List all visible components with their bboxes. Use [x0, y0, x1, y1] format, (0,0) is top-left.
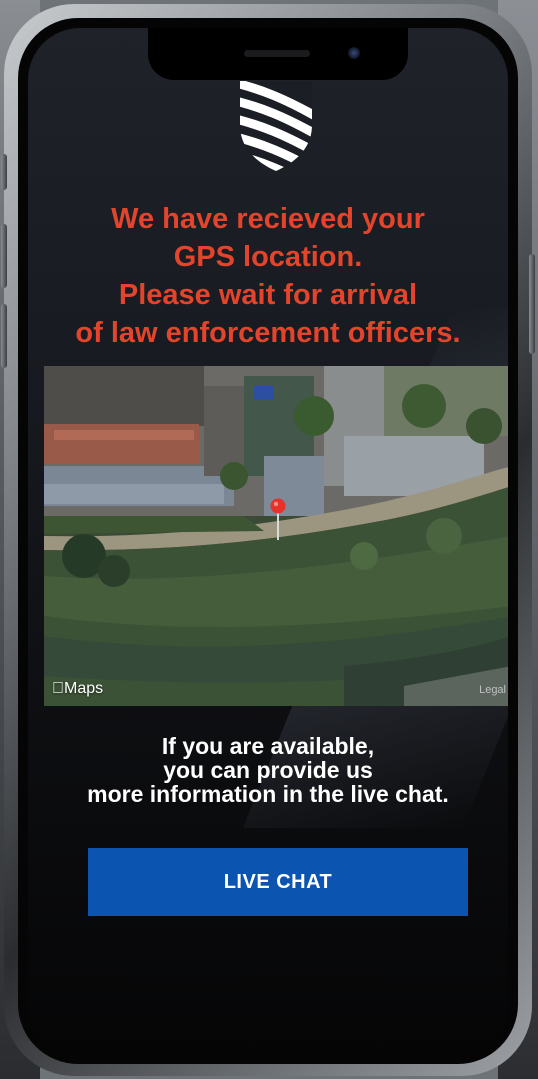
volume-up-button [1, 224, 7, 288]
phone-screen: We have recieved your GPS location. Plea… [28, 28, 508, 1058]
phone-frame: We have recieved your GPS location. Plea… [1, 4, 535, 1076]
headline-line: GPS location. [173, 241, 363, 273]
live-chat-button[interactable]: LIVE CHAT [88, 848, 468, 916]
power-button [529, 254, 535, 354]
notch [148, 28, 408, 80]
info-line: more information in the live chat. [87, 781, 449, 807]
legal-link[interactable]: Legal [479, 684, 506, 696]
maps-attribution[interactable]: Maps [52, 680, 103, 698]
maps-provider-label: Maps [52, 680, 103, 697]
info-line: If you are available, [161, 733, 375, 759]
headline-line: We have recieved your [111, 203, 425, 235]
mute-switch [1, 154, 7, 190]
gps-received-message: We have recieved your GPS location. Plea… [28, 200, 508, 352]
headline-line: of law enforcement officers. [75, 317, 461, 349]
live-chat-info-text: If you are available, you can provide us… [28, 734, 508, 806]
apple-logo-icon:  [52, 680, 64, 697]
headline-line: Please wait for arrival [118, 279, 418, 311]
front-camera [348, 47, 360, 59]
striped-shield-icon [240, 81, 312, 171]
location-map[interactable]: Maps Legal [44, 366, 508, 706]
map-pin-icon[interactable] [270, 498, 286, 540]
info-line: you can provide us [163, 757, 373, 783]
volume-down-button [1, 304, 7, 368]
earpiece-speaker [244, 50, 310, 57]
